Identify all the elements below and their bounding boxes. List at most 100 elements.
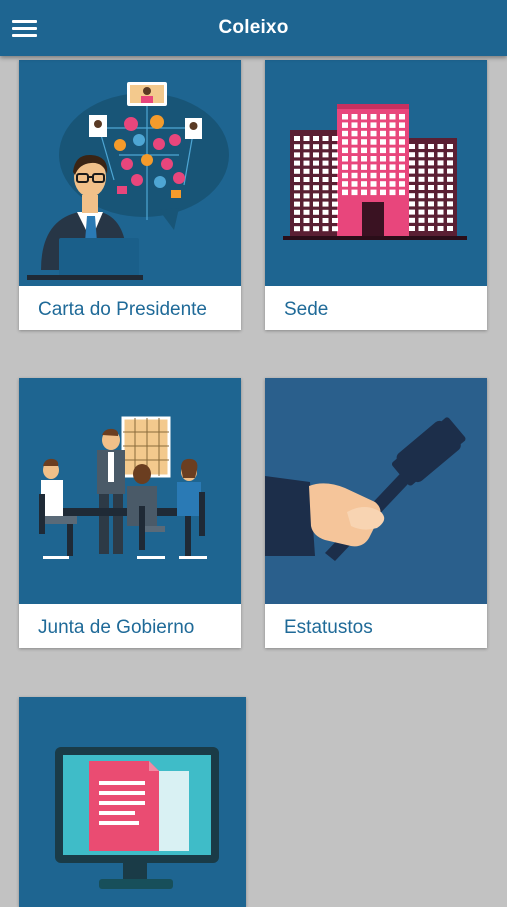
building-window: [332, 152, 338, 158]
building-window: [332, 136, 338, 141]
building-window: [380, 122, 386, 128]
building-window: [447, 160, 453, 166]
building-window: [380, 189, 386, 196]
card-label: Carta do Presidente: [38, 299, 207, 320]
building-window: [389, 164, 396, 170]
building-window: [351, 130, 358, 137]
building-window: [332, 185, 338, 191]
building-window: [332, 201, 338, 207]
building-window: [389, 147, 396, 154]
building-window: [332, 177, 338, 182]
building-window: [389, 139, 396, 145]
building-window: [399, 181, 405, 187]
building-window: [399, 164, 405, 170]
building-window: [437, 209, 444, 215]
building-window: [303, 177, 310, 182]
building-window: [370, 139, 377, 145]
building-window: [418, 226, 425, 231]
building-window: [447, 152, 453, 158]
card-junta-de-gobierno[interactable]: Junta de Gobierno: [19, 378, 241, 648]
building-window: [294, 226, 300, 232]
building-window: [303, 152, 310, 158]
building-window: [361, 172, 367, 179]
building-window: [351, 164, 358, 170]
building-window: [322, 185, 329, 191]
building-window: [361, 156, 367, 162]
building-window: [370, 181, 377, 187]
building-window: [370, 164, 377, 170]
gavel-hand-illustration: [265, 378, 487, 604]
building-window: [332, 193, 338, 199]
building-window: [342, 172, 348, 179]
building-window: [418, 217, 425, 223]
building-window: [322, 193, 329, 199]
building-window: [313, 209, 319, 215]
building-window: [399, 189, 405, 196]
building-window: [380, 114, 386, 120]
building-window: [418, 176, 425, 182]
building-window: [303, 226, 310, 232]
building-window: [418, 201, 425, 207]
building-window: [418, 209, 425, 215]
building-window: [389, 189, 396, 196]
building-window: [322, 152, 329, 158]
building-window: [418, 152, 425, 158]
building-window: [447, 217, 453, 223]
building-window: [303, 201, 310, 207]
card-sede[interactable]: Sede: [265, 60, 487, 330]
building-window: [389, 114, 396, 120]
building-window: [409, 217, 415, 223]
card-documents[interactable]: [19, 697, 246, 907]
building-window: [437, 176, 444, 182]
building-window: [389, 156, 396, 162]
building-window: [428, 168, 434, 174]
building-window: [428, 176, 434, 182]
building-window: [428, 193, 434, 199]
building-window: [294, 193, 300, 199]
building-window: [399, 122, 405, 128]
building-window: [294, 201, 300, 207]
building-window: [294, 185, 300, 191]
building-window: [294, 209, 300, 215]
building-window: [294, 152, 300, 158]
building-window: [361, 114, 367, 120]
building-window: [322, 201, 329, 207]
card-estatustos[interactable]: Estatustos: [265, 378, 487, 648]
building-window: [322, 160, 329, 166]
building-window: [294, 160, 300, 166]
building-window: [447, 201, 453, 207]
building-window: [332, 226, 338, 232]
building-window: [437, 160, 444, 166]
building-window: [418, 168, 425, 174]
building-window: [447, 144, 453, 149]
building-window: [447, 226, 453, 231]
building-window: [303, 218, 310, 223]
building-window: [342, 122, 348, 128]
building-window: [342, 130, 348, 137]
building-window: [322, 209, 329, 215]
building-window: [389, 130, 396, 137]
card-label: Sede: [284, 299, 329, 320]
building-window: [370, 156, 377, 162]
building-window: [351, 156, 358, 162]
building-window: [399, 172, 405, 179]
building-window: [409, 168, 415, 174]
building-window: [303, 144, 310, 150]
building-window: [428, 152, 434, 158]
app-bar: Coleixo: [0, 0, 507, 56]
card-label: Junta de Gobierno: [38, 617, 195, 638]
building-window: [380, 181, 386, 187]
building-window: [313, 168, 319, 174]
building-window: [370, 147, 377, 154]
building-window: [332, 218, 338, 223]
building-window: [361, 181, 367, 187]
building-window: [361, 164, 367, 170]
building-window: [342, 147, 348, 154]
card-carta-do-presidente[interactable]: Carta do Presidente: [19, 60, 241, 330]
building-window: [380, 139, 386, 145]
building-window: [428, 226, 434, 231]
board-meeting-illustration: [19, 378, 241, 604]
building-window: [437, 201, 444, 207]
building-window: [370, 189, 377, 196]
building-window: [428, 217, 434, 223]
